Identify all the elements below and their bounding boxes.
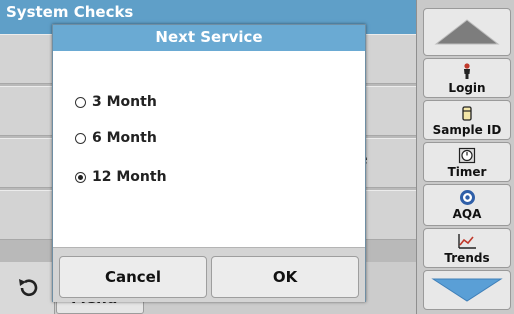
triangle-down-icon <box>431 278 503 302</box>
dialog-title: Next Service <box>53 25 365 51</box>
radio-3-month[interactable] <box>75 96 86 108</box>
login-label: Login <box>448 81 486 95</box>
aqa-button[interactable]: AQA <box>423 184 511 226</box>
sample-id-button[interactable]: Sample ID <box>423 100 511 140</box>
option-label: 6 Month <box>92 130 157 146</box>
scroll-down-button[interactable] <box>423 270 511 310</box>
option-3-month[interactable]: 3 Month <box>75 91 157 113</box>
radio-12-month[interactable] <box>75 171 86 183</box>
trends-label: Trends <box>444 251 490 265</box>
aqa-label: AQA <box>452 207 482 221</box>
timer-icon <box>458 147 476 164</box>
radio-6-month[interactable] <box>75 132 86 144</box>
option-label: 12 Month <box>92 169 167 185</box>
sidebar: Login Sample ID Timer AQA Trends <box>416 0 514 314</box>
sample-vial-icon <box>462 106 472 121</box>
triangle-up-icon <box>434 19 500 45</box>
screen: System Checks e Menu Login <box>0 0 514 314</box>
person-icon <box>464 63 470 79</box>
aqa-icon <box>459 190 475 205</box>
timer-button[interactable]: Timer <box>423 142 511 182</box>
sample-id-label: Sample ID <box>432 123 502 137</box>
next-service-dialog: Next Service 3 Month 6 Month 12 Month Ca… <box>52 24 366 302</box>
back-arrow-icon <box>19 279 38 297</box>
trend-chart-icon <box>458 234 476 249</box>
ok-button[interactable]: OK <box>211 256 359 298</box>
trends-button[interactable]: Trends <box>423 228 511 268</box>
timer-label: Timer <box>447 165 487 179</box>
option-12-month[interactable]: 12 Month <box>75 166 167 188</box>
main-title: System Checks <box>6 3 134 21</box>
option-6-month[interactable]: 6 Month <box>75 127 157 149</box>
option-label: 3 Month <box>92 94 157 110</box>
dialog-footer: Cancel OK <box>53 247 365 302</box>
cancel-button[interactable]: Cancel <box>59 256 207 298</box>
back-button[interactable] <box>0 262 55 314</box>
login-button[interactable]: Login <box>423 58 511 98</box>
scroll-up-button[interactable] <box>423 8 511 56</box>
